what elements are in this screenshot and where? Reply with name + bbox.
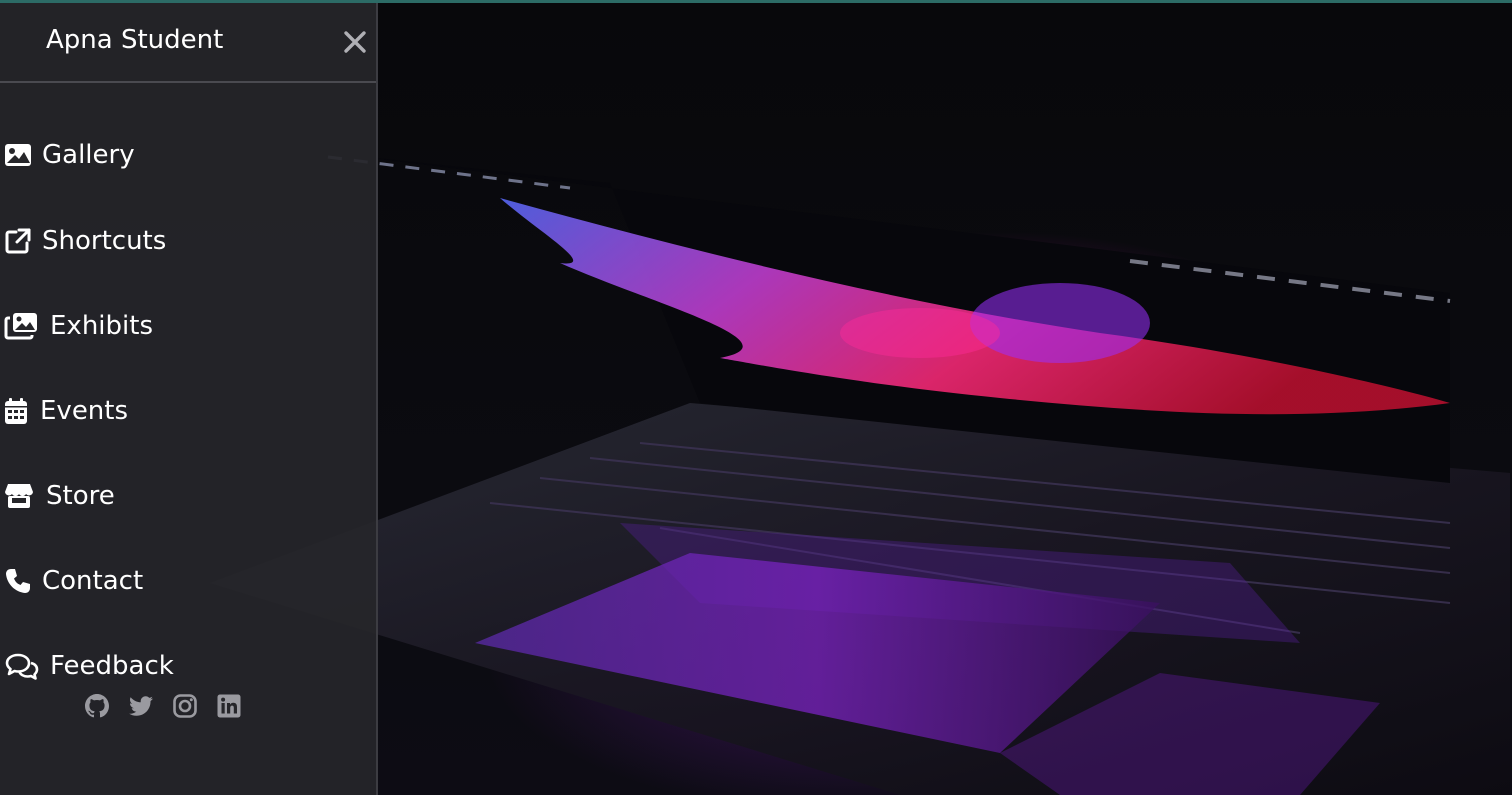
social-links (84, 693, 242, 719)
image-icon (0, 139, 42, 171)
sidebar: Apna Student Gallery Shortcuts Exhibits … (0, 3, 378, 795)
github-icon[interactable] (84, 693, 110, 719)
linkedin-icon[interactable] (216, 693, 242, 719)
nav-label-exhibits: Exhibits (50, 311, 153, 341)
twitter-icon[interactable] (128, 693, 154, 719)
nav-label-shortcuts: Shortcuts (42, 226, 167, 256)
nav-item-shortcuts[interactable]: Shortcuts (0, 221, 166, 261)
brand-title[interactable]: Apna Student (46, 25, 223, 55)
images-icon (0, 310, 50, 342)
nav-label-events: Events (40, 396, 129, 426)
close-icon (344, 31, 366, 53)
nav-label-feedback: Feedback (50, 651, 174, 681)
nav-item-contact[interactable]: Contact (0, 561, 143, 601)
comments-icon (0, 650, 50, 682)
nav-item-gallery[interactable]: Gallery (0, 135, 135, 175)
nav-label-store: Store (46, 481, 115, 511)
phone-icon (0, 565, 42, 597)
calendar-icon (0, 395, 40, 427)
nav-label-gallery: Gallery (42, 140, 135, 170)
nav-item-store[interactable]: Store (0, 476, 115, 516)
nav-item-exhibits[interactable]: Exhibits (0, 306, 153, 346)
nav-item-events[interactable]: Events (0, 391, 128, 431)
sidebar-header: Apna Student (0, 3, 376, 83)
nav-item-feedback[interactable]: Feedback (0, 646, 174, 686)
external-link-icon (0, 225, 42, 257)
nav-label-contact: Contact (42, 566, 144, 596)
close-button[interactable] (340, 27, 370, 57)
instagram-icon[interactable] (172, 693, 198, 719)
store-icon (0, 480, 46, 512)
